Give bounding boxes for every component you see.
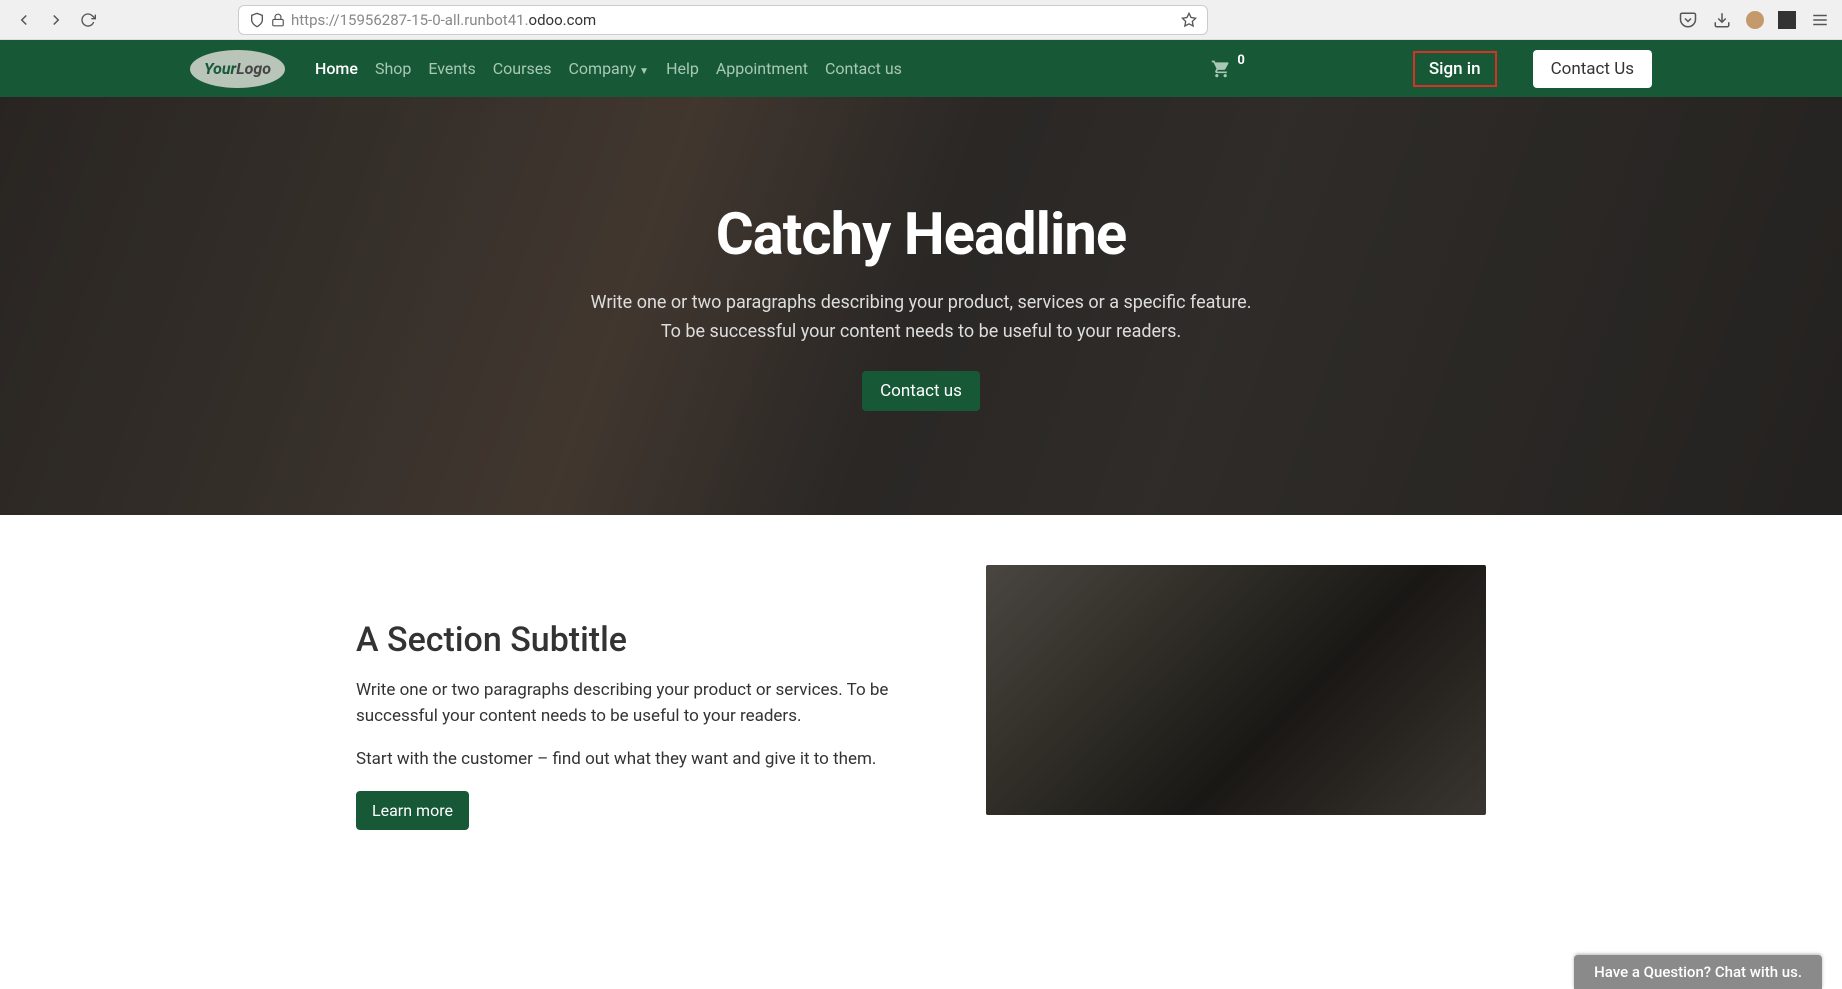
cart-icon — [1211, 59, 1231, 79]
download-icon[interactable] — [1712, 10, 1732, 30]
browser-chrome: https://15956287-15-0-all.runbot41.odoo.… — [0, 0, 1842, 40]
nav-shop[interactable]: Shop — [375, 59, 411, 78]
nav-company[interactable]: Company▼ — [569, 59, 650, 78]
hero-subtext: Write one or two paragraphs describing y… — [591, 289, 1252, 347]
nav-contact[interactable]: Contact us — [825, 59, 902, 78]
extension-icon-1[interactable] — [1746, 11, 1764, 29]
logo[interactable]: YourLogo — [190, 50, 285, 88]
url-bar[interactable]: https://15956287-15-0-all.runbot41.odoo.… — [238, 5, 1208, 35]
menu-icon[interactable] — [1810, 10, 1830, 30]
hero-contact-button[interactable]: Contact us — [862, 371, 980, 411]
logo-your: Your — [204, 59, 236, 78]
reload-button[interactable] — [76, 8, 100, 32]
nav-home[interactable]: Home — [315, 59, 358, 78]
learn-more-button[interactable]: Learn more — [356, 791, 469, 830]
chat-widget[interactable]: Have a Question? Chat with us. — [1574, 955, 1822, 989]
shield-icon — [249, 12, 265, 28]
nav-appointment[interactable]: Appointment — [716, 59, 808, 78]
logo-logo: Logo — [236, 59, 271, 78]
contact-us-button[interactable]: Contact Us — [1533, 50, 1652, 88]
signin-button[interactable]: Sign in — [1413, 51, 1497, 87]
nav-events[interactable]: Events — [428, 59, 475, 78]
back-button[interactable] — [12, 8, 36, 32]
cart-count: 0 — [1237, 53, 1244, 68]
extension-icon-2[interactable] — [1778, 11, 1796, 29]
nav-courses[interactable]: Courses — [493, 59, 552, 78]
nav-links: Home Shop Events Courses Company▼ Help A… — [315, 59, 902, 78]
hero-section: Catchy Headline Write one or two paragra… — [0, 97, 1842, 515]
lock-icon — [271, 13, 285, 27]
section-paragraph-1: Write one or two paragraphs describing y… — [356, 678, 926, 729]
navbar: YourLogo Home Shop Events Courses Compan… — [0, 40, 1842, 97]
cart-button[interactable]: 0 — [1211, 59, 1244, 79]
chevron-down-icon: ▼ — [639, 66, 649, 77]
hero-headline: Catchy Headline — [716, 201, 1126, 269]
bookmark-star-icon[interactable] — [1181, 12, 1197, 28]
section-text: A Section Subtitle Write one or two para… — [356, 565, 926, 830]
nav-help[interactable]: Help — [666, 59, 699, 78]
section-paragraph-2: Start with the customer – find out what … — [356, 747, 926, 773]
section-image — [986, 565, 1486, 815]
forward-button[interactable] — [44, 8, 68, 32]
pocket-icon[interactable] — [1678, 10, 1698, 30]
url-text: https://15956287-15-0-all.runbot41.odoo.… — [291, 11, 1175, 29]
content-section: A Section Subtitle Write one or two para… — [346, 565, 1496, 830]
section-subtitle: A Section Subtitle — [356, 620, 926, 660]
